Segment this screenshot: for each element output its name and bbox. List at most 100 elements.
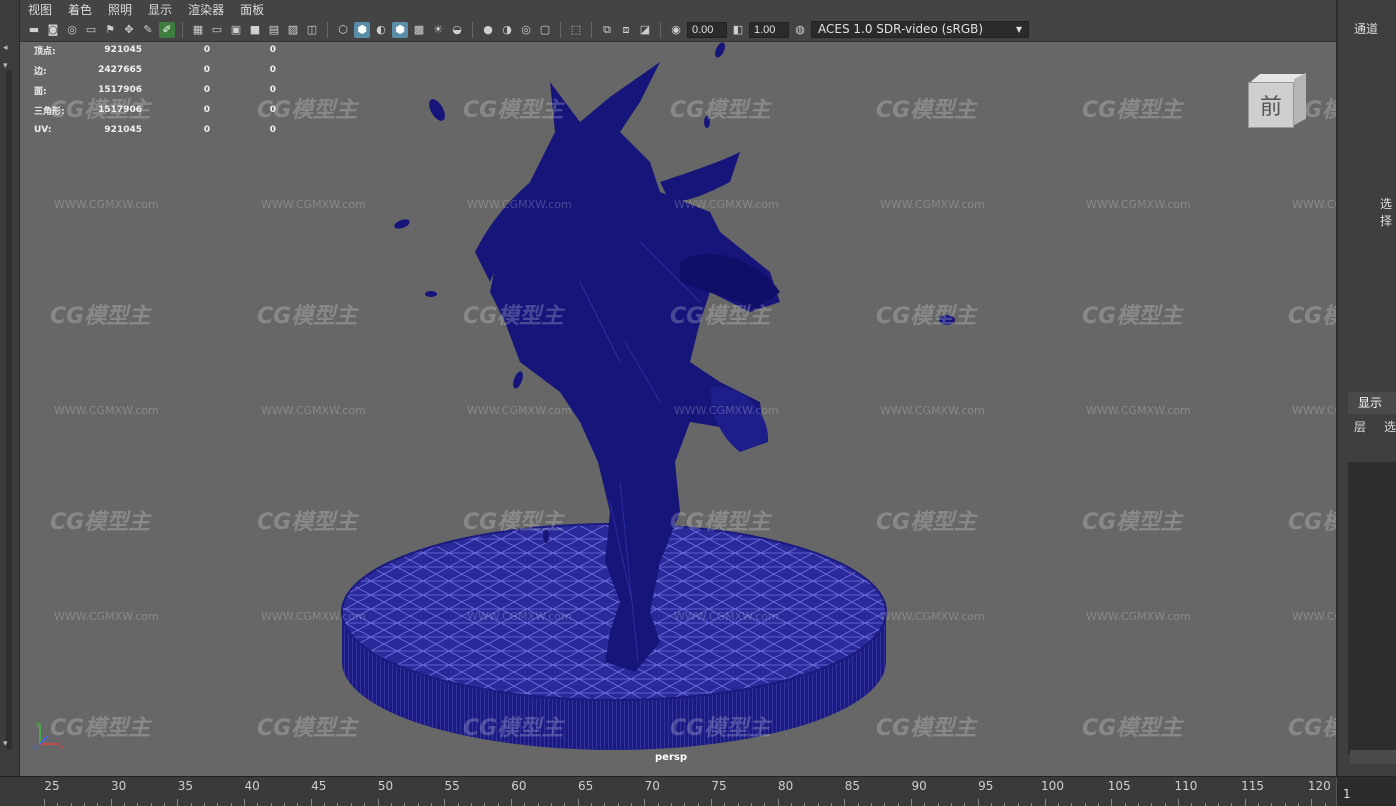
character-wire-overlay	[579, 241, 701, 663]
collapse-arrow-icon[interactable]: ◂	[3, 44, 13, 53]
time-tick-mark	[577, 799, 579, 806]
scroll-down-icon[interactable]: ▾	[3, 740, 13, 749]
watermark-logo: CG模型主	[257, 304, 358, 329]
layer-scrollbar[interactable]	[1350, 750, 1396, 764]
pencil-icon[interactable]: ✐	[159, 21, 175, 38]
time-tick-label: 85	[844, 779, 861, 793]
exposure-field[interactable]	[687, 21, 727, 38]
perspective-viewport[interactable]: 顶点: 921045 0 0 边: 2427665 0 0 面: 1517906…	[20, 42, 1336, 776]
time-ruler[interactable]: 25 30 35 40 45 50 55 60 65 70 75 80 85 90 95 100 105 110 1…	[20, 777, 1366, 806]
view-cube[interactable]: 前	[1248, 72, 1306, 130]
watermark-url: WWW.CGMXW.com	[880, 610, 985, 623]
watermark-logo: CG模型主	[876, 510, 977, 535]
watermark-logo: CG模型主	[670, 304, 771, 329]
select-menu[interactable]: 选择	[1380, 195, 1396, 229]
watermark-logo: CG模型主	[50, 98, 151, 123]
view-transform-dropdown[interactable]: ACES 1.0 SDR-video (sRGB) ▾	[811, 21, 1029, 38]
bookmark-icon[interactable]: ◎	[64, 22, 80, 38]
time-tick-label: 95	[978, 779, 994, 793]
two-d-pan-icon[interactable]: ✥	[121, 22, 137, 38]
watermark-url: WWW.CGMXW.com	[467, 610, 572, 623]
gamma-field[interactable]	[749, 21, 789, 38]
menu-panels[interactable]: 面板	[240, 1, 264, 18]
xray-components-icon[interactable]: ◪	[637, 22, 653, 38]
wireframe-on-shaded-icon[interactable]: ⬢	[392, 21, 408, 38]
time-tick-mark	[377, 799, 379, 806]
watermark-logo: CG模型主	[1082, 510, 1183, 535]
grid-icon[interactable]: ▦	[190, 22, 206, 38]
hud-value: 921045	[104, 125, 142, 135]
exposure-icon[interactable]: ◉	[668, 22, 684, 38]
toolbar-divider	[591, 21, 592, 38]
time-tick-label: 110	[1174, 779, 1198, 793]
time-tick-label: 120	[1307, 779, 1331, 793]
flag-icon[interactable]: ⚑	[102, 22, 118, 38]
xray-icon[interactable]: ⧉	[599, 22, 615, 38]
tab-channels[interactable]: 通道	[1354, 20, 1378, 37]
watermark-logo: CG模型主	[1082, 304, 1183, 329]
menu-renderer[interactable]: 渲染器	[188, 1, 224, 18]
hud-row-vertices: 顶点: 921045 0 0	[34, 42, 276, 60]
time-tick-mark	[1244, 799, 1246, 806]
watermark-logo: CG模型主	[257, 98, 358, 123]
resolution-gate-icon[interactable]: ▣	[228, 22, 244, 38]
menu-show[interactable]: 显示	[148, 1, 172, 18]
image-plane-icon[interactable]: ▭	[83, 22, 99, 38]
menu-options[interactable]: 选	[1384, 418, 1396, 435]
hud-row-edges: 边: 2427665 0 0	[34, 60, 276, 80]
depth-of-field-icon[interactable]: ▢	[537, 22, 553, 38]
hud-value: 0	[269, 125, 276, 135]
isolate-select-icon[interactable]: ⬚	[568, 22, 584, 38]
poly-count-hud: 顶点: 921045 0 0 边: 2427665 0 0 面: 1517906…	[34, 42, 276, 140]
safe-action-icon[interactable]: ▨	[285, 22, 301, 38]
time-tick-mark	[510, 799, 512, 806]
film-gate-icon[interactable]: ▭	[209, 22, 225, 38]
textured-icon[interactable]: ▩	[411, 22, 427, 38]
time-tick-mark	[844, 799, 846, 806]
color-management-icon[interactable]: ◍	[792, 22, 808, 38]
ambient-occlusion-icon[interactable]: ●	[480, 22, 496, 38]
menu-layers[interactable]: 层	[1354, 418, 1366, 435]
motion-blur-icon[interactable]: ◑	[499, 22, 515, 38]
watermark-url: WWW.CGMXW.com	[54, 404, 159, 417]
collapse-arrow-icon[interactable]: ▾	[3, 62, 13, 71]
watermark-logo: CG模型主	[670, 98, 771, 123]
watermark-logo: CG模型主	[463, 304, 564, 329]
menu-view[interactable]: 视图	[28, 1, 52, 18]
lights-icon[interactable]: ☀	[430, 22, 446, 38]
time-tick-label: 115	[1241, 779, 1265, 793]
anti-aliasing-icon[interactable]: ◎	[518, 22, 534, 38]
time-tick-label: 55	[444, 779, 460, 793]
xray-joints-icon[interactable]: ⧈	[618, 22, 634, 38]
menu-lighting[interactable]: 照明	[108, 1, 132, 18]
camera-icon[interactable]: ▬	[26, 22, 42, 38]
watermark-logo: CG模型主	[1288, 304, 1336, 329]
camera-attributes-icon[interactable]: ◙	[45, 22, 61, 38]
layer-list[interactable]	[1348, 462, 1396, 754]
time-tick-mark	[177, 799, 179, 806]
hud-value: 0	[269, 65, 276, 75]
time-tick-label: 90	[911, 779, 927, 793]
hud-value: 0	[203, 45, 210, 55]
current-frame-field[interactable]: 1	[1336, 777, 1396, 806]
time-tick-label: 40	[244, 779, 260, 793]
view-cube-side[interactable]	[1294, 72, 1306, 126]
field-chart-icon[interactable]: ▤	[266, 22, 282, 38]
watermark-url: WWW.CGMXW.com	[1292, 610, 1336, 623]
gamma-icon[interactable]: ◧	[730, 22, 746, 38]
watermark-url: WWW.CGMXW.com	[467, 404, 572, 417]
safe-title-icon[interactable]: ◫	[304, 22, 320, 38]
left-scrollbar[interactable]	[6, 70, 12, 750]
smooth-shade-icon[interactable]: ⬢	[354, 21, 370, 38]
grease-pencil-icon[interactable]: ✎	[140, 22, 156, 38]
time-slider[interactable]: 25 30 35 40 45 50 55 60 65 70 75 80 85 90 95 100 105 110 1…	[0, 776, 1396, 806]
default-material-icon[interactable]: ◐	[373, 22, 389, 38]
hud-value: 0	[203, 105, 210, 115]
gate-mask-icon[interactable]: ■	[247, 22, 263, 38]
shadows-icon[interactable]: ◒	[449, 22, 465, 38]
tab-display[interactable]: 显示	[1348, 392, 1396, 414]
wireframe-icon[interactable]: ⬡	[335, 22, 351, 38]
view-cube-front[interactable]: 前	[1248, 82, 1294, 128]
menu-shading[interactable]: 着色	[68, 1, 92, 18]
time-tick-mark	[44, 799, 45, 806]
